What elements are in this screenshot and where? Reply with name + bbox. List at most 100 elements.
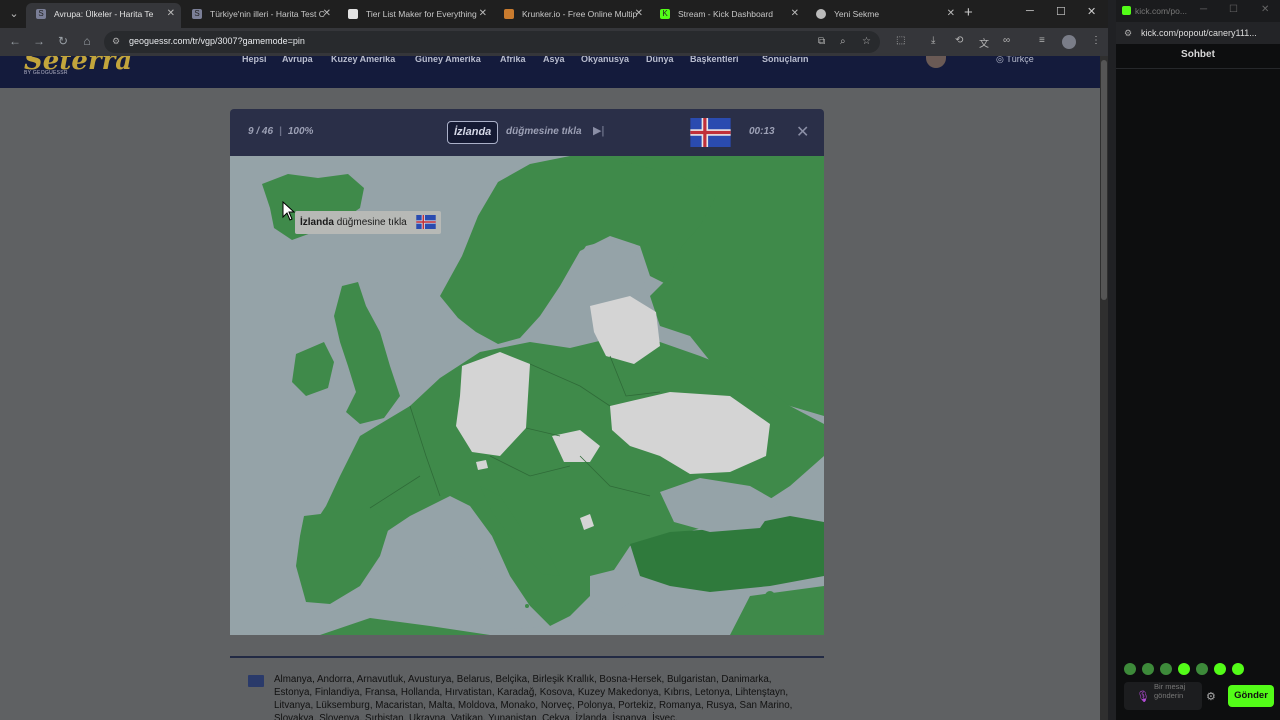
tab-new-tab[interactable]: Yeni Sekme ✕ [806,3,961,28]
kick-icon [1122,6,1131,15]
tab-title: Yeni Sekme [834,9,880,19]
chat-url-text: kick.com/popout/canery111... [1141,28,1257,38]
europe-map[interactable]: İzlanda düğmesine tıkla [230,156,824,635]
chat-settings-icon[interactable]: ⚙ [1206,690,1216,703]
back-icon[interactable]: ← [7,34,23,48]
nav-afrika[interactable]: Afrika [500,56,526,64]
emote-icon[interactable] [1124,663,1136,675]
globe-icon: ◎ [996,56,1007,64]
close-tab-icon[interactable]: ✕ [479,3,487,25]
nav-baskentleri[interactable]: Başkentleri [690,56,739,64]
logo-subtitle: BY GEOGUESSR [24,70,68,76]
browser-menu-icon[interactable]: ⋮ [1091,35,1101,46]
iceland-flag-icon [690,118,731,147]
maximize-button[interactable]: ☐ [1056,5,1066,18]
user-avatar[interactable] [926,56,946,68]
mouse-cursor-icon [282,201,296,221]
emote-icon[interactable] [1214,663,1226,675]
reload-icon[interactable]: ↻ [55,34,71,48]
downloads-icon[interactable]: ⤓ [931,35,935,46]
geoguessr-icon: S [192,9,202,19]
close-window-button[interactable]: ✕ [1261,4,1269,15]
close-tab-icon[interactable]: ✕ [167,3,175,25]
hover-tooltip: İzlanda düğmesine tıkla [295,211,441,234]
nav-sonuclarin[interactable]: Sonuçların [762,56,809,64]
emote-icon[interactable] [1196,663,1208,675]
profile-avatar[interactable] [1062,35,1076,49]
nav-asya[interactable]: Asya [543,56,565,64]
browser-window: ⌄ S Avrupa: Ülkeler - Harita Te ✕ S Türk… [0,0,1108,720]
chat-tab-title: kick.com/po... [1135,6,1187,16]
close-window-button[interactable]: ✕ [1087,5,1096,18]
nav-dunya[interactable]: Dünya [646,56,674,64]
minimize-button[interactable]: ─ [1200,4,1207,15]
skip-icon[interactable]: ▶| [593,124,604,137]
iceland-flag-icon [415,215,436,230]
tab-title: Avrupa: Ülkeler - Harita Te [54,9,154,19]
tab-title: Türkiye'nin illeri - Harita Test C [210,9,325,19]
krunker-icon [504,9,514,19]
minimize-button[interactable]: ─ [1026,5,1034,17]
page-scrollbar[interactable] [1100,56,1108,720]
maximize-button[interactable]: ☐ [1229,4,1238,15]
address-bar[interactable]: ⚙ geoguessr.com/tr/vgp/3007?gamemode=pin… [104,31,880,53]
microphone-icon[interactable]: 🎙 [1136,690,1150,703]
history-icon[interactable]: ⟲ [955,35,963,46]
nav-avrupa[interactable]: Avrupa [282,56,313,64]
quiz-header: 9 / 46 | 100% İzlanda düğmesine tıkla ▶| 0… [230,109,824,156]
translate-icon[interactable]: 文 [979,35,989,50]
nav-kuzey-amerika[interactable]: Kuzey Amerika [331,56,395,64]
country-ireland [292,342,334,396]
tab-turkiye-illeri[interactable]: S Türkiye'nin illeri - Harita Test C ✕ [182,3,337,28]
emote-icon[interactable] [1142,663,1154,675]
europe-flag-icon [248,675,264,687]
close-tab-icon[interactable]: ✕ [635,3,643,25]
close-tab-icon[interactable]: ✕ [947,3,955,25]
scrollbar-thumb[interactable] [1101,60,1107,300]
country-malta [525,604,529,608]
nav-guney-amerika[interactable]: Güney Amerika [415,56,481,64]
home-icon[interactable]: ⌂ [79,34,95,48]
zoom-icon[interactable]: ⌕ [840,36,846,47]
install-icon[interactable]: ⧉ [818,36,825,47]
tab-search-icon[interactable]: ⌄ [4,4,24,24]
send-button[interactable]: Gönder [1228,685,1274,707]
close-tab-icon[interactable]: ✕ [791,3,799,25]
nav-hepsi[interactable]: Hepsi [242,56,267,64]
tab-strip: ⌄ S Avrupa: Ülkeler - Harita Te ✕ S Türk… [0,0,1108,28]
emote-icon[interactable] [1232,663,1244,675]
tab-avrupa-ulkeler[interactable]: S Avrupa: Ülkeler - Harita Te ✕ [26,3,181,28]
tooltip-instruction: düğmesine tıkla [336,217,407,228]
quiz-panel: 9 / 46 | 100% İzlanda düğmesine tıkla ▶| 0… [230,109,824,635]
chat-message-input[interactable]: 🎙 Bir mesaj gönderin [1124,682,1202,710]
tab-title: Tier List Maker for Everything [366,9,477,19]
progress-count: 9 / 46 [248,126,274,137]
extensions-icon[interactable]: ⬚ [896,35,905,46]
close-tab-icon[interactable]: ✕ [323,3,331,25]
reading-list-icon[interactable]: ≡ [1039,35,1045,46]
instruction-text: düğmesine tıkla [506,126,582,137]
tab-tier-list[interactable]: Tier List Maker for Everything ✕ [338,3,493,28]
bookmark-star-icon[interactable]: ☆ [862,36,871,47]
nav-okyanusya[interactable]: Okyanusya [581,56,629,64]
new-tab-button[interactable]: + [964,4,973,22]
middle-east [730,586,824,635]
language-selector[interactable]: ◎ Türkçe [996,56,1034,65]
chrome-icon [816,9,826,19]
close-quiz-icon[interactable]: ✕ [796,122,809,142]
emote-icon[interactable] [1160,663,1172,675]
quiz-counter: 9 / 46 | 100% [248,126,314,137]
site-info-icon[interactable]: ⚙ [1124,28,1132,39]
site-info-icon[interactable]: ⚙ [112,36,124,48]
country-iberia [296,508,390,604]
chat-placeholder: Bir mesaj gönderin [1154,682,1186,700]
forward-icon[interactable]: → [31,34,47,48]
emote-icon[interactable] [1178,663,1190,675]
tab-krunker[interactable]: Krunker.io - Free Online Multip ✕ [494,3,649,28]
chat-title: Sohbet [1181,49,1215,60]
chat-address-bar[interactable]: ⚙ kick.com/popout/canery111... [1116,22,1280,44]
link-icon[interactable]: ∞ [1003,35,1010,46]
page-viewport: Seterra BY GEOGUESSR Hepsi Avrupa Kuzey … [0,56,1100,720]
tab-kick-dashboard[interactable]: K Stream - Kick Dashboard ✕ [650,3,805,28]
chat-titlebar: kick.com/po... ─ ☐ ✕ [1116,0,1280,22]
